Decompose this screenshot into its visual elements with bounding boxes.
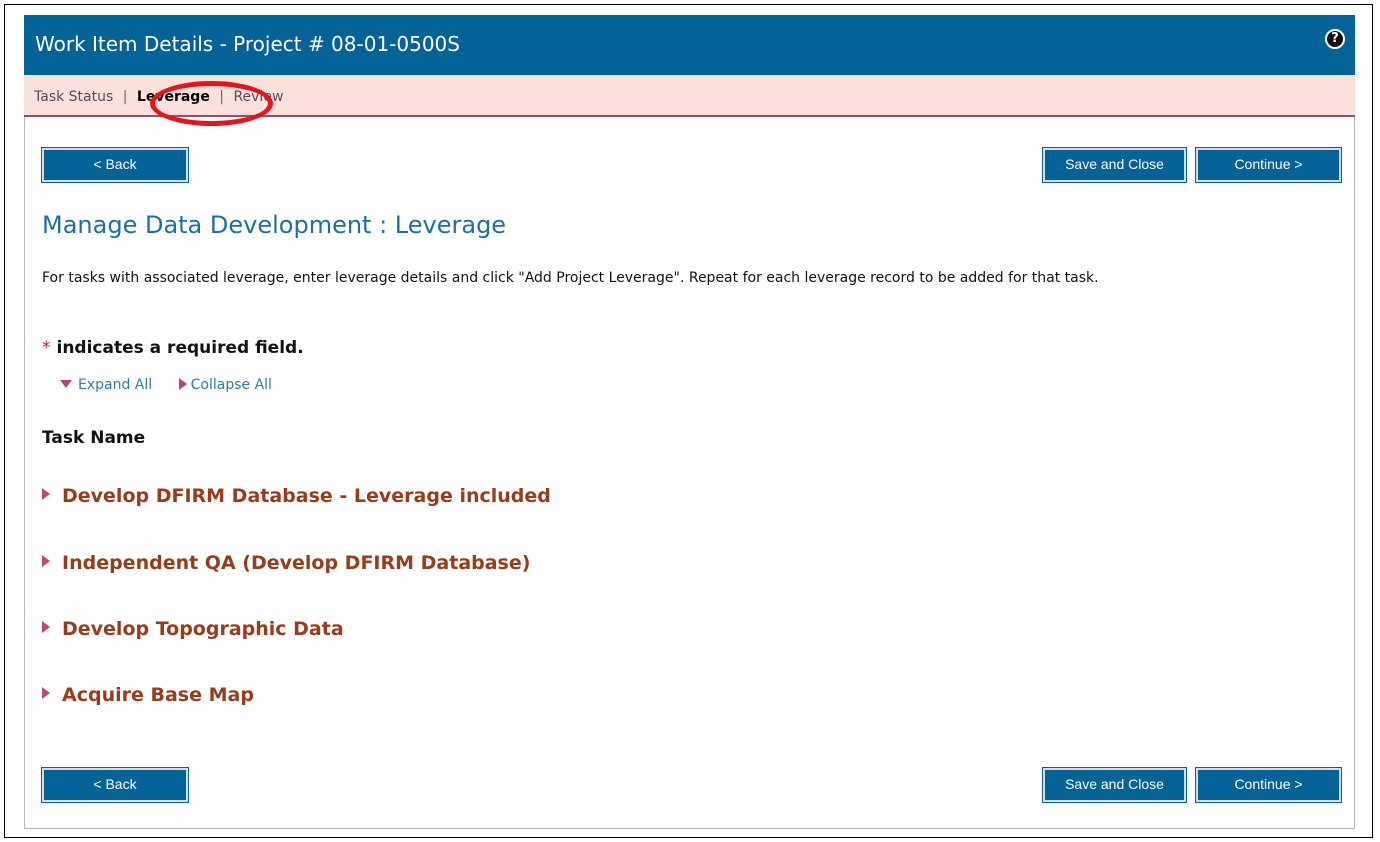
tab-bar: Task Status | Leverage | Review	[24, 75, 1355, 117]
expand-all-label: Expand All	[78, 377, 153, 393]
save-and-close-button-top[interactable]: Save and Close	[1042, 147, 1187, 183]
triangle-right-icon	[178, 378, 187, 390]
task-item[interactable]: Develop Topographic Data	[42, 618, 344, 640]
continue-button-top[interactable]: Continue >	[1195, 147, 1342, 183]
expand-all-link[interactable]: Expand All	[60, 377, 152, 393]
expand-triangle-icon	[42, 621, 50, 633]
help-icon[interactable]: ?	[1325, 29, 1345, 49]
expand-triangle-icon	[42, 555, 50, 567]
triangle-down-icon	[60, 380, 72, 388]
expand-triangle-icon	[42, 488, 50, 500]
instructions-text: For tasks with associated leverage, ente…	[42, 270, 1099, 286]
required-note-text: indicates a required field.	[56, 338, 304, 358]
task-item[interactable]: Independent QA (Develop DFIRM Database)	[42, 552, 530, 574]
expand-collapse-controls: Expand All Collapse All	[60, 377, 272, 393]
collapse-all-link[interactable]: Collapse All	[178, 377, 272, 393]
collapse-all-label: Collapse All	[190, 377, 272, 393]
task-name: Independent QA (Develop DFIRM Database)	[62, 552, 531, 574]
back-button-top[interactable]: < Back	[41, 147, 189, 183]
page-title: Work Item Details - Project # 08-01-0500…	[35, 32, 460, 56]
task-name: Develop Topographic Data	[62, 618, 344, 640]
content-panel: < Back Save and Close Continue > Manage …	[24, 117, 1355, 829]
task-item[interactable]: Acquire Base Map	[42, 684, 254, 706]
task-name: Develop DFIRM Database - Leverage includ…	[62, 485, 551, 507]
title-bar: Work Item Details - Project # 08-01-0500…	[24, 15, 1355, 75]
expand-triangle-icon	[42, 687, 50, 699]
back-button-bottom[interactable]: < Back	[41, 767, 189, 803]
required-field-note: * indicates a required field.	[42, 338, 304, 358]
task-item[interactable]: Develop DFIRM Database - Leverage includ…	[42, 485, 551, 507]
task-name: Acquire Base Map	[62, 684, 254, 706]
tab-leverage[interactable]: Leverage	[137, 89, 210, 105]
tab-list: Task Status | Leverage | Review	[34, 89, 283, 105]
continue-button-bottom[interactable]: Continue >	[1195, 767, 1342, 803]
tab-task-status[interactable]: Task Status	[34, 89, 113, 105]
tab-review[interactable]: Review	[233, 89, 283, 105]
save-and-close-button-bottom[interactable]: Save and Close	[1042, 767, 1187, 803]
task-name-header: Task Name	[42, 428, 146, 448]
section-heading: Manage Data Development : Leverage	[42, 211, 507, 239]
tab-separator: |	[122, 89, 128, 105]
required-star: *	[42, 338, 51, 358]
tab-separator: |	[219, 89, 224, 105]
